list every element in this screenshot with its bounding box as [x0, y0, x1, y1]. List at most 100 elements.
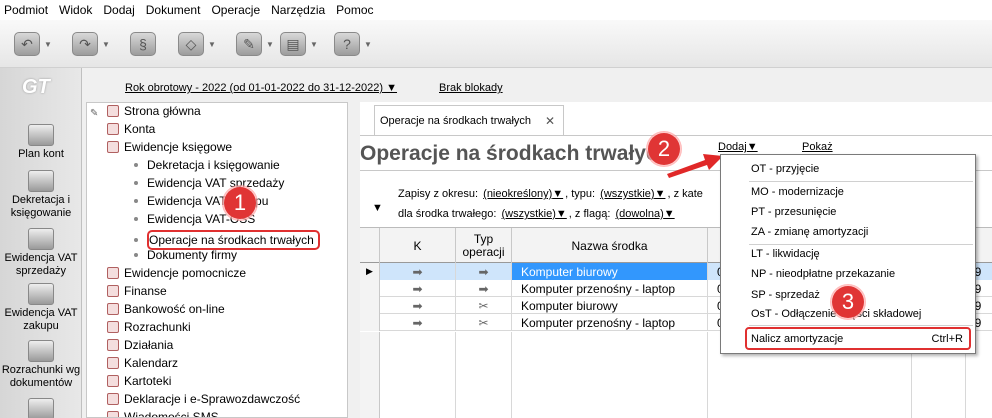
menu-widok[interactable]: Widok	[59, 3, 92, 17]
menu-item-ot[interactable]: OT - przyjęcie	[751, 163, 819, 175]
tree-finanse[interactable]: Finanse	[107, 284, 167, 298]
menu-operacje[interactable]: Operacje	[211, 3, 260, 17]
print-button[interactable]: ▤ ▼	[280, 30, 322, 58]
tree-kalendarz[interactable]: Kalendarz	[107, 356, 178, 370]
tree-konta[interactable]: Konta	[107, 122, 155, 136]
tree-deklaracje[interactable]: Deklaracje i e-Sprawozdawczość	[107, 392, 300, 406]
settlements-icon	[28, 340, 54, 362]
help-button[interactable]: ? ▼	[334, 30, 376, 58]
calendar-icon	[107, 357, 119, 369]
posting-icon	[28, 170, 54, 192]
grid-column	[512, 332, 708, 418]
column-header-typ[interactable]: Typ operacji	[456, 228, 512, 264]
actions-icon	[107, 339, 119, 351]
k-cell: ➡	[380, 297, 456, 314]
asset-name-cell: Komputer przenośny - laptop	[512, 280, 708, 297]
period-value: (nieokreślony)	[483, 188, 553, 200]
column-header-nazwa[interactable]: Nazwa środka	[512, 228, 708, 264]
asset-name-cell: Komputer przenośny - laptop	[512, 314, 708, 331]
pokaz-menu-button[interactable]: Pokaż	[802, 141, 833, 153]
divider	[749, 244, 973, 245]
sms-icon	[107, 411, 119, 417]
tree-label: Bankowość on-line	[124, 302, 225, 316]
menu-item-mo[interactable]: MO - modernizacje	[751, 186, 844, 198]
k-cell: ➡	[380, 263, 456, 280]
leftbar-vat-sprzedazy[interactable]: Ewidencja VAT sprzedaży	[0, 228, 82, 278]
flag-filter[interactable]: (dowolna)▼	[615, 208, 674, 220]
menu-item-nalicz-amortyzacje[interactable]: Nalicz amortyzacje Ctrl+R	[745, 327, 971, 350]
forward-button[interactable]: ↷ ▼	[72, 30, 114, 58]
menu-item-pt[interactable]: PT - przesunięcie	[751, 206, 836, 218]
column-header-k[interactable]: K	[380, 228, 456, 264]
menu-narzedzia[interactable]: Narzędzia	[271, 3, 325, 17]
lock-status-link[interactable]: Brak blokady	[439, 82, 503, 94]
leftbar-dekretacja[interactable]: Dekretacja i księgowanie	[0, 170, 82, 220]
tree-operacje-srodki-trwale[interactable]: Operacje na środkach trwałych	[134, 230, 320, 250]
leftbar-rozrachunki[interactable]: Rozrachunki wg dokumentów	[0, 340, 82, 390]
row-indicator	[360, 280, 380, 297]
tree-kartoteki[interactable]: Kartoteki	[107, 374, 171, 388]
filter-row-1: Zapisy z okresu: (nieokreślony)▼, typu: …	[398, 188, 703, 200]
leftbar-more[interactable]	[0, 398, 82, 418]
more-icon	[28, 398, 54, 418]
documents-button[interactable]: §	[130, 30, 172, 58]
accounts-icon	[28, 124, 54, 146]
tree-label: Konta	[124, 122, 156, 136]
home-icon	[107, 105, 119, 117]
back-button[interactable]: ↶ ▼	[14, 30, 56, 58]
chevron-down-icon: ▼	[746, 141, 758, 153]
shortcut-label: Ctrl+R	[931, 332, 963, 345]
menu-dodaj[interactable]: Dodaj	[103, 3, 134, 17]
close-icon[interactable]: ✕	[545, 114, 555, 128]
leftbar-label: Ewidencja VAT sprzedaży	[4, 252, 78, 277]
printer-icon: ▤	[280, 32, 306, 56]
divider	[749, 181, 973, 182]
tree-bankowosc[interactable]: Bankowość on-line	[107, 302, 225, 316]
leftbar-plan-kont[interactable]: Plan kont	[0, 124, 82, 161]
bullet-icon	[134, 253, 138, 257]
tree-label: Dekretacja i księgowanie	[147, 158, 280, 172]
tree-rozrachunki[interactable]: Rozrachunki	[107, 320, 191, 334]
menu-podmiot[interactable]: Podmiot	[4, 3, 48, 17]
pin-icon[interactable]: ✎	[90, 108, 98, 119]
filter-label: dla środka trwałego:	[398, 208, 497, 220]
left-icon-bar: GT Plan kont Dekretacja i księgowanie Ew…	[0, 68, 82, 418]
tab-operacje[interactable]: Operacje na środkach trwałych ✕	[374, 105, 564, 135]
collapse-filters-icon[interactable]: ▼	[372, 202, 383, 214]
fiscal-year-selector[interactable]: Rok obrotowy - 2022 (od 01-01-2022 do 31…	[125, 82, 397, 94]
tree-strona-glowna[interactable]: Strona główna	[107, 104, 201, 118]
tree-ewidencje-ksiegowe[interactable]: Ewidencje księgowe	[107, 140, 232, 154]
tree-ewidencje-pomocnicze[interactable]: Ewidencje pomocnicze	[107, 266, 246, 280]
menu-dokument[interactable]: Dokument	[146, 3, 201, 17]
period-filter[interactable]: (nieokreślony)▼	[483, 188, 563, 200]
accounts-icon	[107, 123, 119, 135]
tree-dzialania[interactable]: Działania	[107, 338, 173, 352]
document-icon: §	[130, 32, 156, 56]
type-filter[interactable]: (wszystkie)▼	[600, 188, 665, 200]
toolbar: ↶ ▼ ↷ ▼ § ◇ ▼ ✎ ▼ ▤ ▼ ? ▼	[0, 20, 992, 68]
tree-dokumenty-firmy[interactable]: Dokumenty firmy	[134, 248, 237, 262]
menu-item-za[interactable]: ZA - zmianę amortyzacji	[751, 226, 868, 238]
grid-column	[456, 332, 512, 418]
tab-label: Operacje na środkach trwałych	[380, 114, 532, 127]
bullet-icon	[134, 217, 138, 221]
menu-item-lt[interactable]: LT - likwidację	[751, 248, 820, 260]
tools-button[interactable]: ✎ ▼	[236, 30, 278, 58]
asset-filter[interactable]: (wszystkie)▼	[502, 208, 567, 220]
menu-item-np[interactable]: NP - nieodpłatne przekazanie	[751, 268, 895, 280]
leftbar-label: Dekretacja i księgowanie	[10, 194, 72, 219]
tag-button[interactable]: ◇ ▼	[178, 30, 220, 58]
year-bar: Rok obrotowy - 2022 (od 01-01-2022 do 31…	[83, 74, 992, 102]
tree-dekretacja[interactable]: Dekretacja i księgowanie	[134, 158, 280, 172]
tree-vat-sprzedazy[interactable]: Ewidencja VAT sprzedaży	[134, 176, 284, 190]
menu-item-sp[interactable]: SP - sprzedaż	[751, 289, 820, 301]
tree-label: Działania	[124, 338, 174, 352]
type-value: (wszystkie)	[600, 188, 655, 200]
filter-label: Zapisy z okresu:	[398, 188, 479, 200]
tree-sms[interactable]: Wiadomości SMS	[107, 410, 219, 417]
asset-name-cell: Komputer biurowy	[512, 263, 708, 280]
tree-label: Rozrachunki	[124, 320, 191, 334]
leftbar-vat-zakupu[interactable]: Ewidencja VAT zakupu	[0, 283, 82, 333]
menu-pomoc[interactable]: Pomoc	[336, 3, 373, 17]
row-indicator-icon: ▶	[360, 263, 380, 280]
